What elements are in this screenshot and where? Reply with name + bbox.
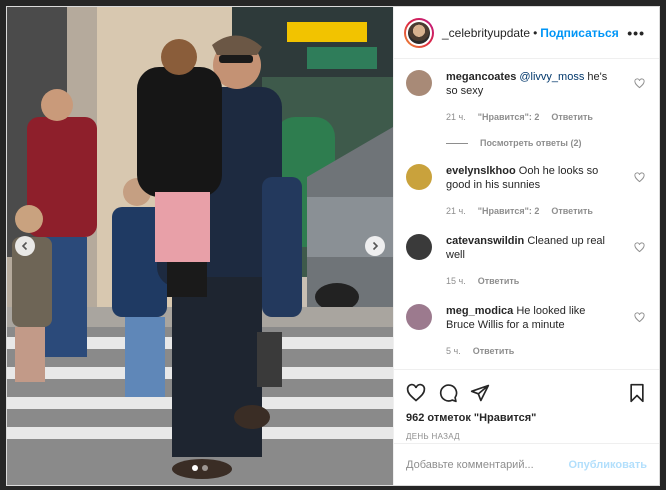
post-modal: _celebrityupdate • Подписаться ••• megan… <box>6 6 660 486</box>
comment-username[interactable]: evelynslkhoo <box>446 165 516 177</box>
profile-avatar[interactable] <box>404 17 434 48</box>
post-header: _celebrityupdate • Подписаться ••• <box>394 7 659 59</box>
comment-item: catevanswildin Cleaned up real well 15 ч… <box>406 234 645 288</box>
comments-list[interactable]: megancoates @livvy_moss he's so sexy 21 … <box>394 60 659 368</box>
carousel-indicator <box>7 465 393 471</box>
add-comment-bar: Опубликовать <box>394 443 659 485</box>
next-photo-button[interactable] <box>365 236 385 256</box>
comment-time[interactable]: 21 ч. <box>446 110 466 124</box>
reply-button[interactable]: Ответить <box>473 344 515 358</box>
commenter-avatar[interactable] <box>406 234 432 260</box>
like-comment-heart-icon[interactable] <box>634 312 645 323</box>
more-options-icon[interactable]: ••• <box>627 25 645 41</box>
like-comment-heart-icon[interactable] <box>634 78 645 89</box>
comment-mention[interactable]: @livvy_moss <box>519 71 584 83</box>
previous-photo-button[interactable] <box>15 236 35 256</box>
comment-text: megancoates @livvy_moss he's so sexy <box>446 70 616 98</box>
carousel-dot <box>192 465 198 471</box>
header-separator: • <box>533 25 538 40</box>
comment-meta: 21 ч. "Нравится": 2 Ответить <box>446 110 616 124</box>
reply-button[interactable]: Ответить <box>551 204 593 218</box>
likes-count[interactable]: 962 отметок "Нравится" <box>406 412 647 424</box>
comment-item: evelynslkhoo Ooh he looks so good in his… <box>406 164 645 218</box>
chevron-right-icon <box>372 241 379 251</box>
comment-meta: 5 ч. Ответить <box>446 344 616 358</box>
comment-username[interactable]: catevanswildin <box>446 235 524 247</box>
avatar-image <box>408 21 430 44</box>
like-comment-heart-icon[interactable] <box>634 242 645 253</box>
bookmark-icon[interactable] <box>627 383 647 403</box>
comment-meta: 15 ч. Ответить <box>446 274 616 288</box>
like-heart-icon[interactable] <box>406 383 426 403</box>
post-photo[interactable] <box>7 7 393 485</box>
comment-username[interactable]: megancoates <box>446 71 516 83</box>
publish-button[interactable]: Опубликовать <box>568 459 647 471</box>
follow-button[interactable]: Подписаться <box>540 26 618 40</box>
action-bar <box>406 378 647 408</box>
share-paper-plane-icon[interactable] <box>470 383 490 403</box>
post-actions: 962 отметок "Нравится" ДЕНЬ НАЗАД <box>394 369 659 441</box>
replies-divider <box>446 142 468 144</box>
comment-username[interactable]: meg_modica <box>446 305 513 317</box>
comment-text: catevanswildin Cleaned up real well <box>446 234 616 262</box>
comment-bubble-icon[interactable] <box>438 383 458 403</box>
reply-button[interactable]: Ответить <box>478 274 520 288</box>
view-replies-button[interactable]: Посмотреть ответы (2) <box>446 138 645 148</box>
comment-meta: 21 ч. "Нравится": 2 Ответить <box>446 204 616 218</box>
chevron-left-icon <box>21 241 28 251</box>
post-side-panel: _celebrityupdate • Подписаться ••• megan… <box>393 7 659 485</box>
carousel-dot <box>202 465 208 471</box>
profile-username[interactable]: _celebrityupdate <box>442 26 530 40</box>
comment-likes[interactable]: "Нравится": 2 <box>478 204 540 218</box>
commenter-avatar[interactable] <box>406 164 432 190</box>
comment-text: meg_modica He looked like Bruce Willis f… <box>446 304 616 332</box>
comment-time[interactable]: 21 ч. <box>446 204 466 218</box>
comment-item: megancoates @livvy_moss he's so sexy 21 … <box>406 70 645 124</box>
street-scene-image <box>7 7 393 485</box>
view-replies-label: Посмотреть ответы (2) <box>480 138 582 148</box>
comment-time[interactable]: 15 ч. <box>446 274 466 288</box>
commenter-avatar[interactable] <box>406 70 432 96</box>
comment-text: evelynslkhoo Ooh he looks so good in his… <box>446 164 616 192</box>
comment-likes[interactable]: "Нравится": 2 <box>478 110 540 124</box>
post-date[interactable]: ДЕНЬ НАЗАД <box>406 432 647 441</box>
reply-button[interactable]: Ответить <box>551 110 593 124</box>
like-comment-heart-icon[interactable] <box>634 172 645 183</box>
comment-time[interactable]: 5 ч. <box>446 344 461 358</box>
commenter-avatar[interactable] <box>406 304 432 330</box>
comment-item: meg_modica He looked like Bruce Willis f… <box>406 304 645 358</box>
comment-input[interactable] <box>406 458 569 471</box>
